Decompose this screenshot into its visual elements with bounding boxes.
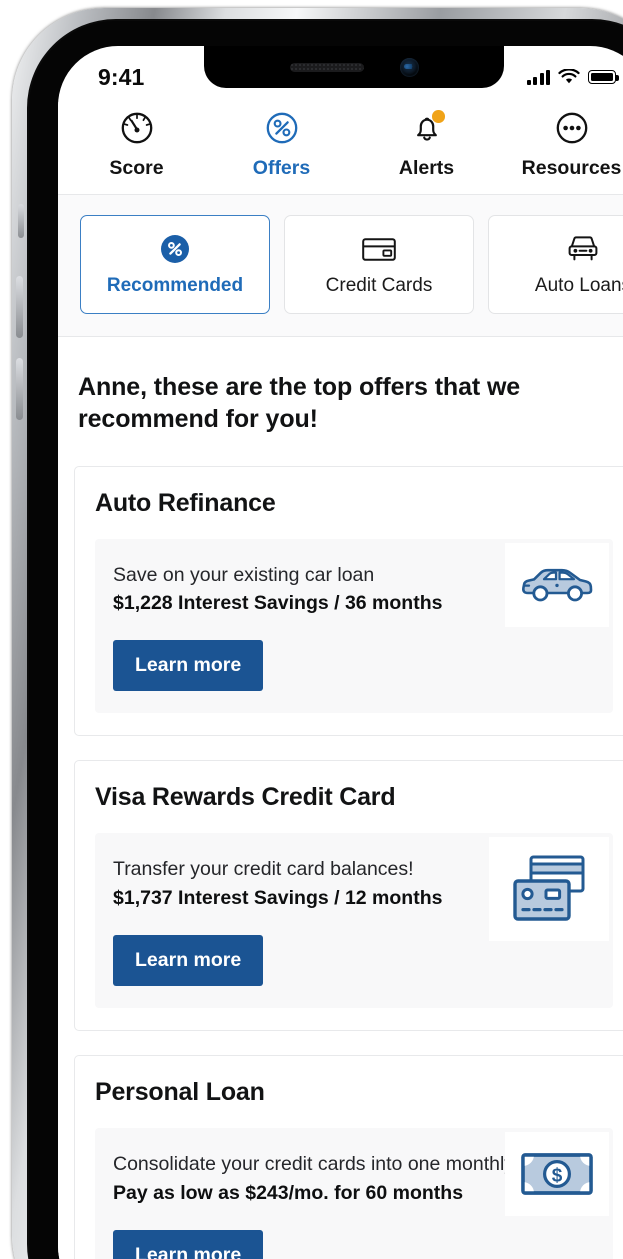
learn-more-button[interactable]: Learn more [113,640,264,692]
offer-card-auto-refinance[interactable]: Auto Refinance Save on your existing car… [74,465,623,737]
chip-recommended-label: Recommended [106,275,244,296]
learn-more-button[interactable]: Learn more [113,934,264,986]
learn-more-button[interactable]: Learn more [113,1229,264,1259]
offers-content: Anne, these are the top offers that we r… [58,337,623,1259]
offer-body: Consolidate your credit cards into one m… [95,1127,613,1259]
banknote-dollar-icon: $ [505,1131,609,1216]
offer-card-personal-loan[interactable]: Personal Loan Consolidate your credit ca… [74,1054,623,1259]
ellipsis-circle-icon [553,108,591,148]
cellular-bars-icon [526,69,550,85]
nav-item-resources[interactable]: Resources [499,108,623,180]
phone-screen: 9:41 Score Offers Alerts Resources Recom… [58,46,623,1259]
percent-circle-icon [263,108,301,148]
chip-auto-loans[interactable]: Auto Loans [488,215,623,314]
bell-icon [408,108,446,148]
credit-card-icon [361,232,397,266]
chip-auto-loans-label: Auto Loans [534,275,623,296]
offer-body: Save on your existing car loan $1,228 In… [95,538,613,714]
nav-item-score[interactable]: Score [64,108,209,180]
nav-item-score-label: Score [109,157,164,179]
category-chip-strip[interactable]: Recommended Credit Cards Auto Loans [58,195,623,337]
offers-list: Auto Refinance Save on your existing car… [58,436,623,1259]
alerts-badge-dot [432,110,445,123]
chip-recommended[interactable]: Recommended [80,215,270,314]
percent-badge-icon [159,232,191,266]
wifi-icon [558,69,580,84]
offer-title: Personal Loan [95,1077,265,1106]
earpiece-speaker-icon [289,62,364,72]
phone-frame: 9:41 Score Offers Alerts Resources Recom… [12,8,623,1259]
offer-card-visa-rewards[interactable]: Visa Rewards Credit Card Transfer your c… [74,760,623,1031]
nav-item-alerts-label: Alerts [398,157,455,179]
nav-item-offers[interactable]: Offers [209,108,354,180]
nav-item-resources-label: Resources [521,157,622,179]
speedometer-icon [118,108,156,148]
silent-switch[interactable] [18,204,24,238]
nav-item-offers-label: Offers [252,157,311,179]
screenshot-stage: 9:41 Score Offers Alerts Resources Recom… [0,0,623,1259]
chip-credit-cards-label: Credit Cards [325,275,433,296]
offer-title: Visa Rewards Credit Card [95,783,396,812]
status-bar-clock: 9:41 [98,63,145,90]
car-front-icon [565,232,601,266]
nav-item-alerts[interactable]: Alerts [354,108,499,180]
front-camera-icon [399,57,419,77]
car-side-icon [505,542,609,627]
status-bar-indicators [526,69,619,85]
volume-up-button[interactable] [16,276,23,338]
chip-credit-cards[interactable]: Credit Cards [284,215,474,314]
display-notch [204,46,504,88]
offer-title: Auto Refinance [95,488,276,517]
page-headline: Anne, these are the top offers that we r… [78,373,521,434]
battery-full-icon [588,70,619,84]
credit-cards-stack-icon [489,837,609,942]
volume-down-button[interactable] [16,358,23,420]
offer-body: Transfer your credit card balances! $1,7… [95,833,613,1008]
svg-text:$: $ [552,1165,563,1186]
top-navigation: Score Offers Alerts Resources [58,102,623,195]
